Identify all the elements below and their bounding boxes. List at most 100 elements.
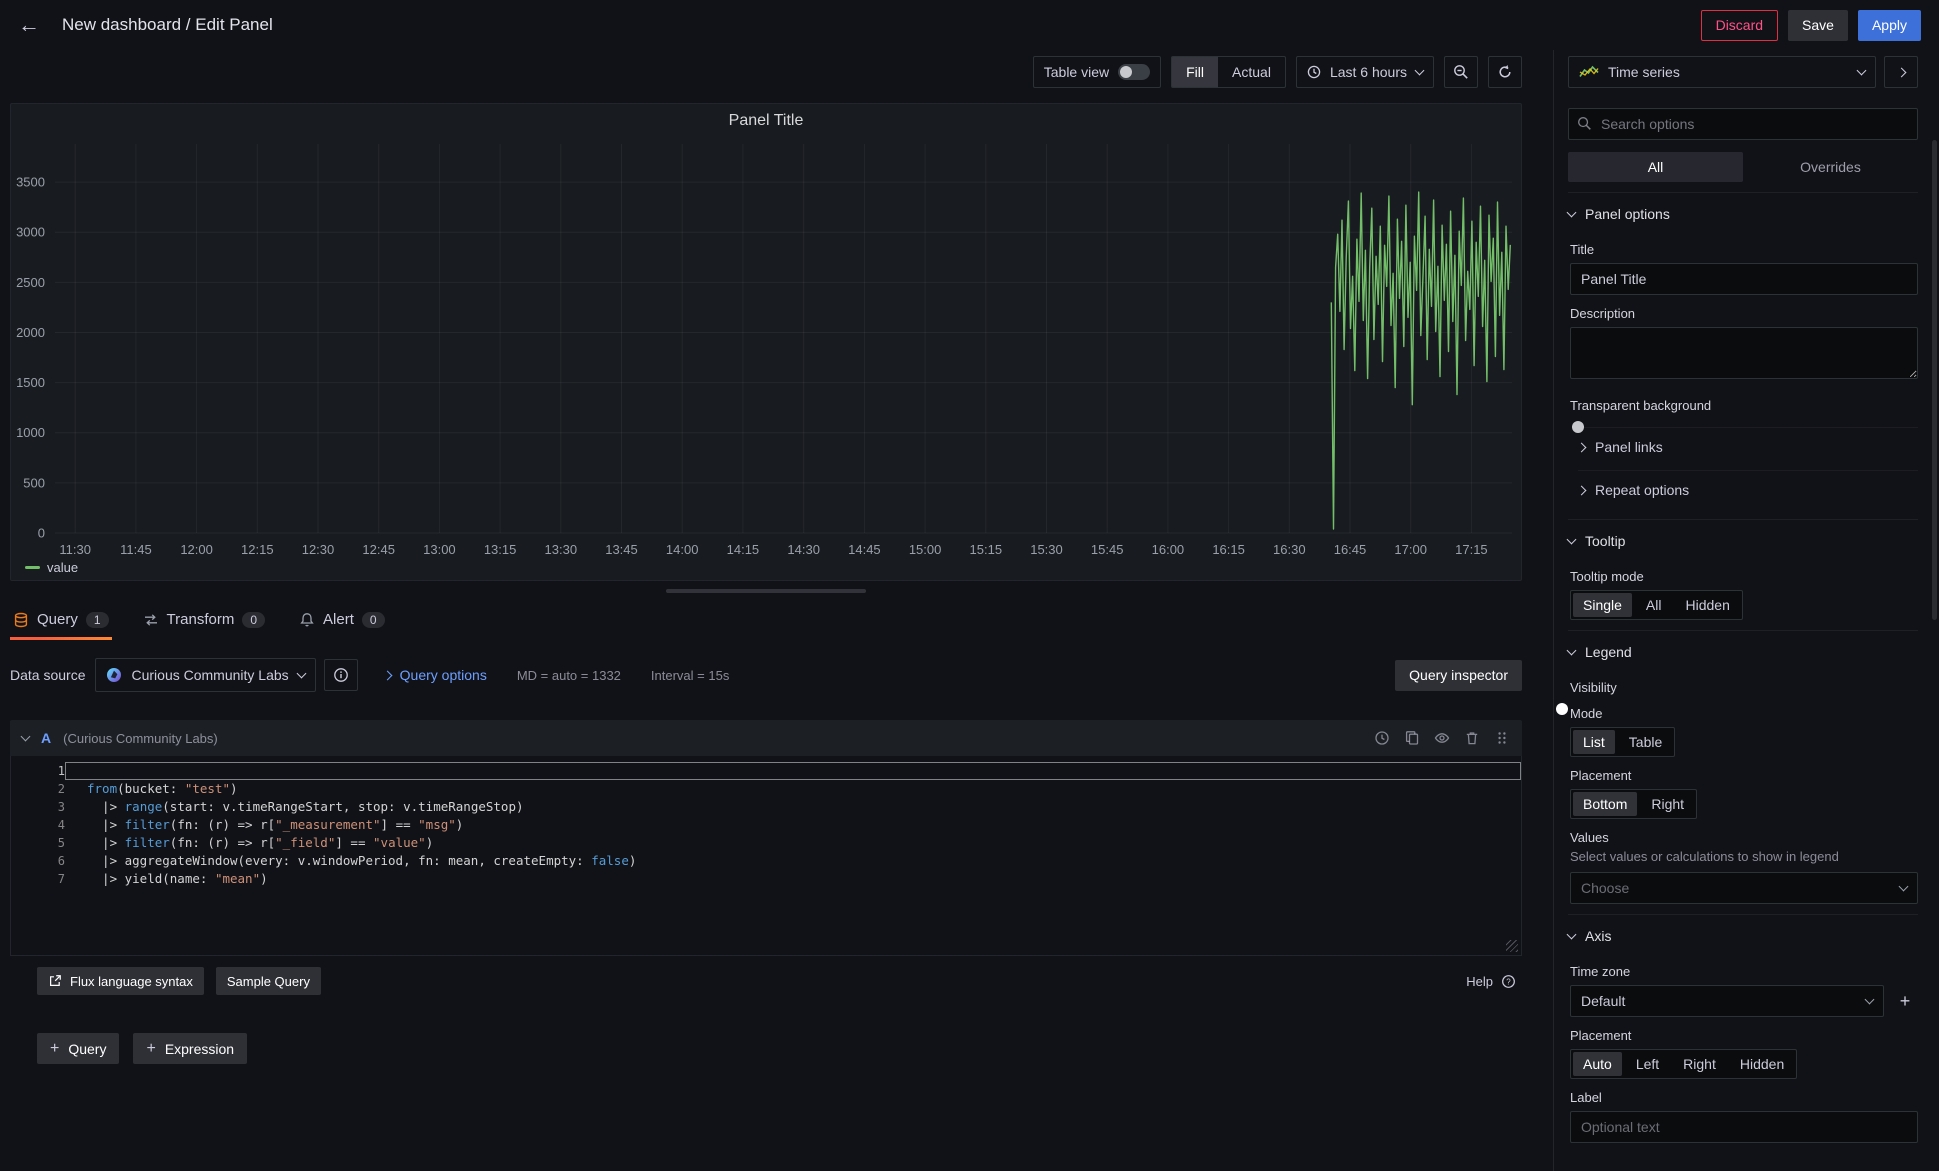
time-range-label: Last 6 hours — [1330, 64, 1407, 80]
add-expression-label: Expression — [165, 1041, 234, 1057]
back-arrow-icon[interactable]: ← — [18, 14, 40, 36]
zoom-out-button[interactable] — [1444, 56, 1478, 88]
legend-mode-table[interactable]: Table — [1617, 730, 1674, 754]
legend-placement-bottom[interactable]: Bottom — [1573, 792, 1637, 816]
section-title: Tooltip — [1585, 533, 1625, 549]
visualization-picker[interactable]: Time series — [1568, 56, 1876, 88]
legend-values-select[interactable]: Choose — [1570, 872, 1918, 904]
database-icon — [13, 612, 29, 628]
datasource-help-button[interactable] — [324, 659, 358, 691]
table-view-switch[interactable] — [1118, 64, 1150, 80]
section-header-axis[interactable]: Axis — [1568, 914, 1918, 953]
save-button[interactable]: Save — [1788, 10, 1848, 41]
chevron-down-icon — [1567, 535, 1577, 545]
code-line[interactable]: 3 |> range(start: v.timeRangeStart, stop… — [11, 798, 1521, 816]
description-input[interactable] — [1570, 327, 1918, 379]
collapse-query-icon[interactable] — [21, 732, 31, 742]
axis-placement-auto[interactable]: Auto — [1573, 1052, 1622, 1076]
tab-overrides[interactable]: Overrides — [1743, 152, 1918, 182]
timezone-label: Time zone — [1570, 964, 1918, 979]
legend-label: value — [47, 560, 78, 575]
query-inspector-button[interactable]: Query inspector — [1395, 660, 1522, 691]
axis-placement-hidden[interactable]: Hidden — [1728, 1052, 1796, 1076]
flux-code-editor[interactable]: 12from(bucket: "test")3 |> range(start: … — [10, 756, 1522, 956]
tab-transform-label: Transform — [167, 611, 235, 628]
tab-all[interactable]: All — [1568, 152, 1743, 182]
tab-transform[interactable]: Transform 0 — [140, 605, 268, 640]
legend-mode-list[interactable]: List — [1573, 730, 1615, 754]
code-line[interactable]: 4 |> filter(fn: (r) => r["_measurement"]… — [11, 816, 1521, 834]
svg-text:13:45: 13:45 — [605, 542, 638, 557]
section-header-legend[interactable]: Legend — [1568, 630, 1918, 669]
sample-query-button[interactable]: Sample Query — [216, 967, 321, 995]
panel-toolbar: Table view Fill Actual Last 6 hours — [10, 56, 1522, 88]
timezone-select[interactable]: Default — [1570, 985, 1884, 1017]
copy-icon[interactable] — [1404, 730, 1420, 746]
fill-option[interactable]: Fill — [1172, 57, 1218, 87]
history-icon[interactable] — [1374, 730, 1390, 746]
eye-icon[interactable] — [1434, 730, 1450, 746]
add-expression-button[interactable]: + Expression — [133, 1033, 247, 1064]
actual-option[interactable]: Actual — [1218, 57, 1285, 87]
apply-button[interactable]: Apply — [1858, 10, 1921, 41]
svg-text:11:30: 11:30 — [59, 542, 91, 557]
sample-query-label: Sample Query — [227, 974, 310, 989]
collapse-options-button[interactable] — [1884, 56, 1918, 88]
section-header-panel-options[interactable]: Panel options — [1568, 192, 1918, 231]
flux-syntax-button[interactable]: Flux language syntax — [37, 967, 204, 995]
svg-text:16:45: 16:45 — [1334, 542, 1367, 557]
svg-text:1000: 1000 — [16, 425, 45, 440]
help-button[interactable]: Help ? — [1466, 974, 1522, 989]
section-legend: Legend Visibility Mode List Table Placem… — [1568, 630, 1918, 904]
tooltip-mode-all[interactable]: All — [1634, 593, 1674, 617]
panel-links-row[interactable]: Panel links — [1578, 427, 1918, 466]
tab-query[interactable]: Query 1 — [10, 605, 112, 640]
datasource-picker[interactable]: Curious Community Labs — [95, 658, 315, 692]
options-scrollbar[interactable] — [1932, 140, 1937, 620]
options-search — [1568, 108, 1918, 140]
code-line[interactable]: 7 |> yield(name: "mean") — [11, 870, 1521, 888]
section-header-tooltip[interactable]: Tooltip — [1568, 519, 1918, 558]
time-range-picker[interactable]: Last 6 hours — [1296, 56, 1434, 88]
tab-alert[interactable]: Alert 0 — [296, 605, 388, 640]
trash-icon[interactable] — [1464, 730, 1480, 746]
tooltip-mode-single[interactable]: Single — [1573, 593, 1632, 617]
tooltip-mode-label: Tooltip mode — [1570, 569, 1918, 584]
repeat-options-label: Repeat options — [1595, 482, 1689, 498]
options-pane: Time series All Overrides Panel options … — [1553, 50, 1932, 1171]
repeat-options-row[interactable]: Repeat options — [1578, 470, 1918, 509]
add-query-button[interactable]: + Query — [37, 1033, 119, 1064]
axis-label-input[interactable] — [1570, 1111, 1918, 1143]
query-options-toggle[interactable]: Query options — [384, 667, 487, 683]
tooltip-mode-hidden[interactable]: Hidden — [1673, 593, 1741, 617]
svg-text:12:15: 12:15 — [241, 542, 274, 557]
tab-alert-label: Alert — [323, 611, 354, 628]
svg-text:15:00: 15:00 — [909, 542, 942, 557]
timeseries-chart[interactable]: 11:3011:4512:0012:1512:3012:4513:0013:15… — [11, 104, 1521, 562]
query-row-header[interactable]: A (Curious Community Labs) — [10, 720, 1522, 756]
axis-placement-left[interactable]: Left — [1624, 1052, 1671, 1076]
code-line[interactable]: 5 |> filter(fn: (r) => r["_field"] == "v… — [11, 834, 1521, 852]
legend-placement-right[interactable]: Right — [1639, 792, 1696, 816]
discard-button[interactable]: Discard — [1701, 10, 1778, 41]
drag-handle-icon[interactable] — [1494, 730, 1510, 746]
axis-placement-right[interactable]: Right — [1671, 1052, 1728, 1076]
tab-alert-count: 0 — [362, 612, 385, 628]
add-timezone-button[interactable]: + — [1892, 988, 1918, 1014]
panel-title-input[interactable] — [1570, 263, 1918, 295]
svg-text:500: 500 — [23, 475, 45, 490]
editor-resize-handle[interactable] — [1506, 940, 1518, 952]
chevron-down-icon — [1865, 995, 1875, 1005]
panel-preview: Panel Title 11:3011:4512:0012:1512:3012:… — [10, 103, 1522, 581]
code-line[interactable]: 6 |> aggregateWindow(every: v.windowPeri… — [11, 852, 1521, 870]
svg-text:15:15: 15:15 — [970, 542, 1003, 557]
legend-placement-label: Placement — [1570, 768, 1918, 783]
search-options-input[interactable] — [1568, 108, 1918, 140]
svg-text:15:30: 15:30 — [1030, 542, 1063, 557]
code-line[interactable]: 1 — [11, 762, 1521, 780]
legend-swatch — [25, 566, 40, 569]
refresh-button[interactable] — [1488, 56, 1522, 88]
legend-item-value[interactable]: value — [25, 560, 78, 575]
pane-resize-handle[interactable] — [666, 589, 866, 593]
code-line[interactable]: 2from(bucket: "test") — [11, 780, 1521, 798]
